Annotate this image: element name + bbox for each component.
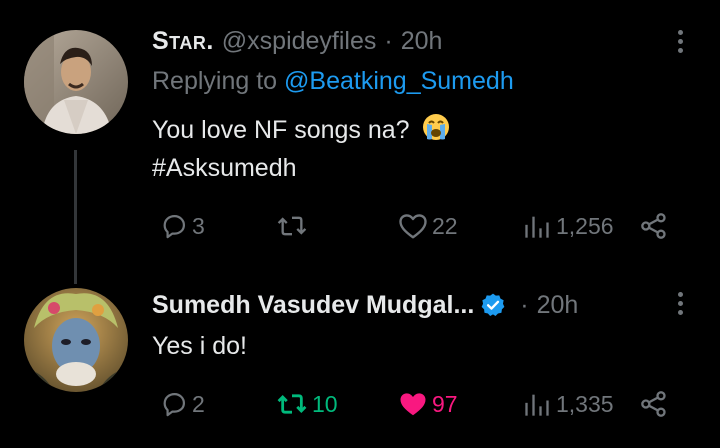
- tweet-body: You love NF songs na?: [152, 116, 410, 144]
- replying-label: Replying to: [152, 67, 278, 95]
- more-options-button[interactable]: [678, 30, 684, 57]
- views-count: 1,335: [556, 390, 614, 417]
- views-button[interactable]: 1,335: [522, 390, 614, 418]
- tweet-body: Yes i do!: [152, 332, 247, 360]
- share-button[interactable]: [640, 212, 668, 240]
- views-button[interactable]: 1,256: [522, 212, 614, 240]
- user-handle[interactable]: @xspideyfiles: [222, 26, 377, 56]
- display-name[interactable]: Sumedh Vasudev Mudgal...: [152, 290, 474, 320]
- views-icon: [525, 394, 549, 416]
- display-name[interactable]: Star.: [152, 26, 214, 56]
- timestamp[interactable]: 20h: [537, 290, 579, 320]
- tweet-text: You love NF songs na?: [152, 112, 451, 152]
- thread-connector-line: [74, 150, 77, 284]
- share-icon: [641, 213, 666, 239]
- hashtag-link[interactable]: #Asksumedh: [152, 150, 297, 186]
- avatar-image: [24, 288, 128, 392]
- tweet-header: Star. @xspideyfiles · 20h: [152, 26, 442, 56]
- views-count: 1,256: [556, 212, 614, 239]
- retweet-icon: [277, 216, 307, 236]
- more-options-button[interactable]: [678, 292, 684, 319]
- avatar-image: [24, 30, 128, 134]
- avatar-xspideyfiles[interactable]: [24, 30, 128, 134]
- more-dot: [678, 48, 683, 53]
- separator-dot: ·: [384, 27, 393, 55]
- more-dot: [678, 30, 683, 35]
- replying-to-link[interactable]: @Beatking_Sumedh: [284, 67, 514, 95]
- reply-count: 3: [192, 212, 205, 239]
- like-button[interactable]: 97: [398, 390, 458, 418]
- share-button[interactable]: [640, 390, 668, 418]
- retweet-icon: [277, 394, 307, 414]
- avatar-sumedh[interactable]: [24, 288, 128, 392]
- like-count: 97: [432, 390, 458, 417]
- reply-icon: [163, 392, 186, 417]
- share-icon: [641, 391, 666, 417]
- verified-badge-icon[interactable]: [480, 292, 506, 318]
- more-dot: [678, 39, 683, 44]
- reply-count: 2: [192, 390, 205, 417]
- reply-icon: [163, 214, 186, 239]
- views-icon: [525, 216, 549, 238]
- replying-to: Replying to @Beatking_Sumedh: [152, 66, 514, 96]
- more-dot: [678, 292, 683, 297]
- reply-button[interactable]: 2: [160, 390, 205, 418]
- heart-outline-icon: [399, 214, 427, 239]
- more-dot: [678, 301, 683, 306]
- like-button[interactable]: 22: [398, 212, 458, 240]
- retweet-button[interactable]: [276, 212, 312, 240]
- retweet-button[interactable]: 10: [276, 390, 338, 418]
- more-dot: [678, 310, 683, 315]
- like-count: 22: [432, 212, 458, 239]
- heart-filled-icon: [400, 393, 426, 416]
- retweet-count: 10: [312, 390, 338, 417]
- reply-button[interactable]: 3: [160, 212, 205, 240]
- timestamp[interactable]: 20h: [401, 26, 443, 56]
- separator-dot: ·: [520, 291, 529, 319]
- loudly-crying-face-icon: [421, 112, 451, 152]
- tweet-header: Sumedh Vasudev Mudgal... · 20h: [152, 290, 578, 320]
